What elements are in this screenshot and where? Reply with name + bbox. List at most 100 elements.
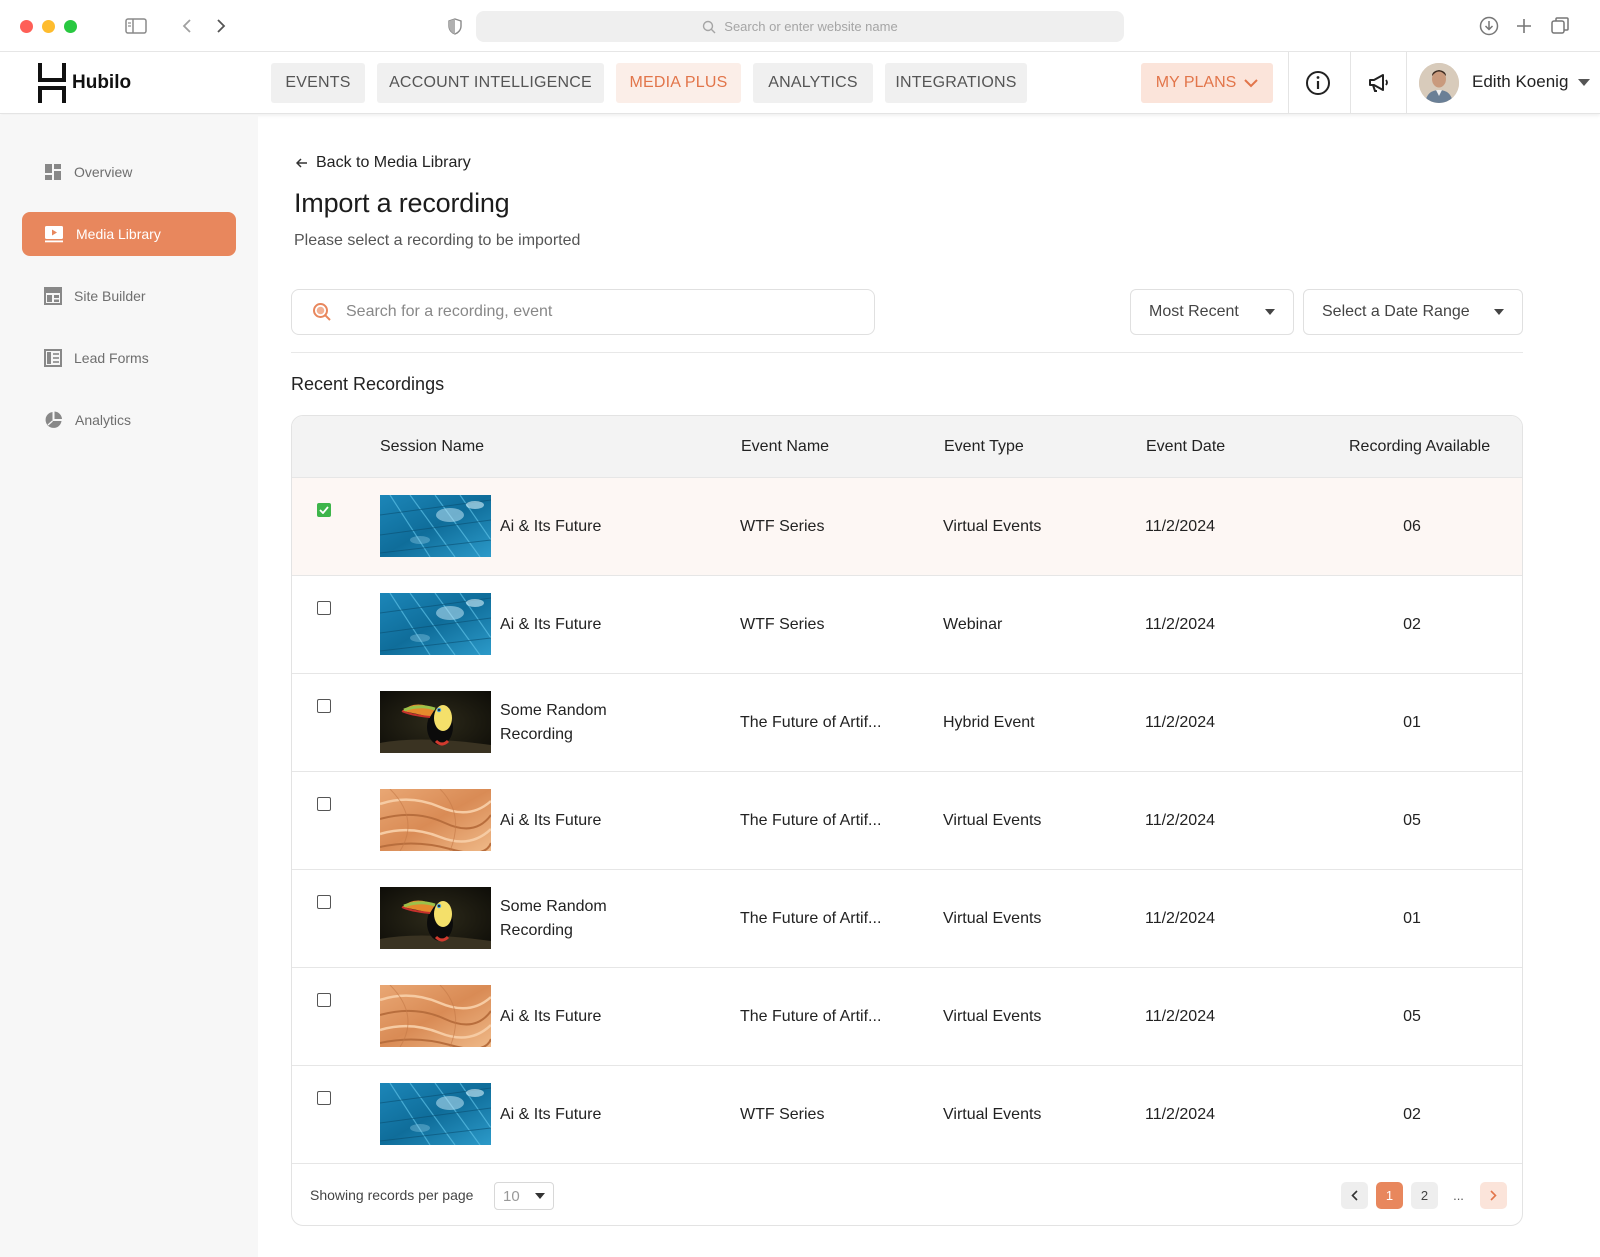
row-checkbox[interactable] (317, 797, 331, 811)
chevron-down-icon (1244, 78, 1259, 87)
forward-arrow-icon[interactable] (209, 14, 233, 38)
sidebar: Overview Media Library Site Builder Lead… (0, 115, 258, 1257)
sidebar-item-site-builder[interactable]: Site Builder (22, 274, 236, 318)
nav-tab-label: MEDIA PLUS (629, 74, 728, 91)
table-row[interactable]: Ai & Its Future WTF Series Webinar 11/2/202… (292, 576, 1522, 674)
maximize-window-button[interactable] (64, 20, 77, 33)
column-header-session-name[interactable]: Session Name (380, 438, 484, 456)
sidebar-item-lead-forms[interactable]: Lead Forms (22, 336, 236, 380)
page-ellipsis-text: ... (1453, 1188, 1464, 1203)
sidebar-item-media-library[interactable]: Media Library (22, 212, 236, 256)
nav-tab-label: EVENTS (285, 74, 351, 91)
search-icon (313, 303, 331, 321)
row-checkbox[interactable] (317, 699, 331, 713)
info-icon[interactable] (1304, 69, 1332, 97)
table-row[interactable]: Some Random Recording The Future of Artif… (292, 870, 1522, 968)
address-bar[interactable]: Search or enter website name (476, 11, 1124, 42)
row-checkbox[interactable] (317, 1091, 331, 1105)
sidebar-toggle-icon[interactable] (124, 14, 148, 38)
recording-available: 02 (1403, 616, 1421, 633)
row-checkbox[interactable] (317, 601, 331, 615)
sidebar-item-label: Site Builder (74, 288, 146, 304)
event-date: 11/2/2024 (1145, 714, 1215, 731)
hubilo-logo-mark (38, 63, 66, 103)
event-type: Virtual Events (943, 1008, 1042, 1025)
event-type: Virtual Events (943, 910, 1042, 927)
column-header-event-type[interactable]: Event Type (944, 438, 1024, 456)
sidebar-item-label: Analytics (75, 412, 132, 428)
table-row[interactable]: Ai & Its Future WTF Series Virtual Events 1… (292, 1066, 1522, 1164)
prev-page-button[interactable] (1341, 1182, 1368, 1209)
page-button-current[interactable]: 1 (1376, 1182, 1403, 1209)
event-date: 11/2/2024 (1145, 518, 1215, 535)
recording-thumbnail (380, 495, 491, 557)
table-row[interactable]: Ai & Its Future The Future of Artif... Vir… (292, 968, 1522, 1066)
event-date: 11/2/2024 (1145, 812, 1215, 829)
tab-overview-icon[interactable] (1548, 14, 1572, 38)
table-footer: Showing records per page 10 1 2 ... (292, 1165, 1522, 1225)
recording-search-field[interactable] (291, 289, 875, 335)
row-checkbox[interactable] (317, 993, 331, 1007)
recording-available: 05 (1403, 1008, 1421, 1025)
event-name: WTF Series (740, 1106, 825, 1123)
nav-tab-media-plus[interactable]: MEDIA PLUS (616, 63, 741, 103)
next-page-button[interactable] (1480, 1182, 1507, 1209)
page-title: Import a recording (294, 188, 510, 218)
nav-tab-events[interactable]: EVENTS (271, 63, 365, 103)
app-header: Hubilo EVENTS ACCOUNT INTELLIGENCE MEDIA… (0, 52, 1600, 114)
column-header-recording-available[interactable]: Recording Available (1349, 438, 1490, 456)
back-to-media-library-link[interactable]: Back to Media Library (296, 154, 471, 172)
avatar[interactable] (1419, 63, 1459, 103)
recording-available: 05 (1403, 812, 1421, 829)
sidebar-item-label: Media Library (76, 226, 161, 242)
caret-down-icon (1494, 309, 1504, 315)
table-row[interactable]: Some Random Recording The Future of Artif… (292, 674, 1522, 772)
sidebar-item-overview[interactable]: Overview (22, 150, 236, 194)
caret-down-icon (535, 1193, 545, 1199)
download-icon[interactable] (1477, 14, 1501, 38)
my-plans-button[interactable]: MY PLANS (1141, 63, 1273, 103)
search-input[interactable] (346, 303, 826, 321)
nav-tab-analytics[interactable]: ANALYTICS (753, 63, 873, 103)
event-date: 11/2/2024 (1145, 910, 1215, 927)
records-per-page-select[interactable]: 10 (494, 1182, 554, 1210)
nav-tab-account-intelligence[interactable]: ACCOUNT INTELLIGENCE (377, 63, 604, 103)
minimize-window-button[interactable] (42, 20, 55, 33)
session-name: Some Random Recording (500, 702, 607, 743)
nav-tab-label: ANALYTICS (768, 74, 858, 91)
shield-icon[interactable] (443, 14, 467, 38)
chevron-right-icon (1490, 1190, 1497, 1201)
records-per-page-label: Showing records per page (310, 1187, 474, 1203)
nav-tab-integrations[interactable]: INTEGRATIONS (885, 63, 1027, 103)
caret-down-icon[interactable] (1578, 79, 1590, 86)
row-checkbox[interactable] (317, 895, 331, 909)
sort-dropdown[interactable]: Most Recent (1130, 289, 1294, 335)
close-window-button[interactable] (20, 20, 33, 33)
table-row[interactable]: Ai & Its Future The Future of Artif... Vir… (292, 772, 1522, 870)
sidebar-item-analytics[interactable]: Analytics (22, 398, 236, 442)
sidebar-item-label: Overview (74, 164, 133, 180)
megaphone-icon[interactable] (1364, 69, 1392, 97)
table-row[interactable]: Ai & Its Future WTF Series Virtual Events 1… (292, 478, 1522, 576)
column-header-event-date[interactable]: Event Date (1146, 438, 1225, 456)
recording-thumbnail (380, 593, 491, 655)
page-number: 2 (1420, 1188, 1429, 1203)
hubilo-logo[interactable]: Hubilo (38, 63, 131, 103)
row-checkbox[interactable] (317, 503, 331, 517)
back-arrow-icon[interactable] (175, 14, 199, 38)
event-type: Virtual Events (943, 518, 1042, 535)
event-name: The Future of Artif... (740, 910, 882, 927)
header-divider (1288, 52, 1289, 114)
page-button[interactable]: 2 (1411, 1182, 1438, 1209)
date-range-dropdown[interactable]: Select a Date Range (1303, 289, 1523, 335)
grid-icon (45, 164, 61, 180)
session-name: Ai & Its Future (500, 518, 602, 535)
event-date: 11/2/2024 (1145, 1106, 1215, 1123)
arrow-left-icon (296, 158, 307, 168)
column-header-event-name[interactable]: Event Name (741, 438, 829, 456)
user-name[interactable]: Edith Koenig (1472, 72, 1568, 92)
page-subtitle: Please select a recording to be imported (294, 232, 581, 249)
event-type: Webinar (943, 616, 1003, 633)
new-tab-icon[interactable] (1512, 14, 1536, 38)
recording-thumbnail (380, 691, 491, 753)
